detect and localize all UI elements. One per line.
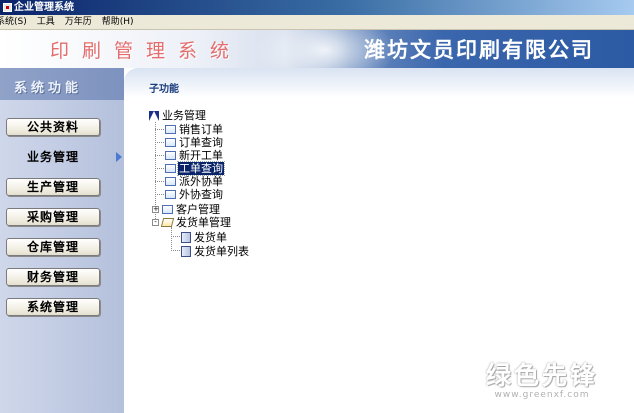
folder-icon [162, 205, 173, 214]
watermark: 绿色先锋 www.greenxf.com [486, 356, 598, 400]
menu-bar: 系统(S) 工具 万年历 帮助(H) [0, 15, 634, 30]
menu-help[interactable]: 帮助(H) [97, 15, 139, 29]
tree-node-outsource-query[interactable]: 外协查询 [165, 188, 224, 201]
folder-icon [165, 125, 176, 134]
tree-node-label: 销售订单 [179, 123, 223, 136]
nav-button-purchasing[interactable]: 采购管理 [6, 208, 100, 226]
tree-node-label: 新开工单 [179, 149, 223, 162]
tree-node-sales-order[interactable]: 销售订单 [165, 123, 224, 136]
watermark-url: www.greenxf.com [494, 390, 590, 400]
tree-node-order-query[interactable]: 订单查询 [165, 136, 224, 149]
active-arrow-icon [116, 152, 122, 162]
tree-node-customer-management[interactable]: + 客户管理 [152, 203, 221, 216]
tree-node-label: 发货单列表 [194, 245, 249, 258]
tree-root[interactable]: 业务管理 [149, 109, 207, 122]
expand-plus-icon[interactable]: + [152, 206, 159, 213]
watermark-logo: 绿色先锋 [486, 361, 599, 390]
tree-node-work-order-query[interactable]: 工单查询 [165, 161, 225, 176]
folder-icon [165, 177, 176, 186]
title-bar: 企业管理系统 [0, 0, 634, 15]
app-icon [3, 3, 12, 12]
panel-header: 子功能 [124, 68, 634, 98]
menu-calendar[interactable]: 万年历 [60, 15, 97, 29]
tree-node-shipment[interactable]: 发货单 [181, 231, 228, 244]
tree-node-label-selected: 工单查询 [177, 161, 225, 176]
folder-icon [165, 151, 176, 160]
folder-icon [165, 164, 176, 173]
tree-root-label: 业务管理 [162, 109, 206, 122]
folder-icon [165, 190, 176, 199]
nav-button-public-data[interactable]: 公共资料 [6, 118, 100, 136]
document-icon [181, 232, 191, 243]
nav-button-business[interactable]: 业务管理 [6, 148, 100, 166]
tree-node-shipment-list[interactable]: 发货单列表 [181, 245, 250, 258]
window-title: 企业管理系统 [14, 2, 74, 13]
folder-icon [165, 138, 176, 147]
tree-node-label: 客户管理 [176, 203, 220, 216]
root-node-icon [149, 110, 159, 121]
tree-node-new-work-order[interactable]: 新开工单 [165, 149, 224, 162]
sidebar-header: 系统功能 [0, 68, 124, 100]
nav-button-production[interactable]: 生产管理 [6, 178, 100, 196]
company-name: 潍坊文员印刷有限公司 [364, 37, 594, 62]
tree-node-shipment-management[interactable]: - 发货单管理 [152, 216, 232, 229]
tree-node-label: 派外协单 [179, 175, 223, 188]
menu-tools[interactable]: 工具 [32, 15, 60, 29]
panel-header-label: 子功能 [149, 84, 179, 95]
nav-button-system[interactable]: 系统管理 [6, 298, 100, 316]
banner-title: 印刷管理系统 [50, 40, 243, 62]
nav-button-warehouse[interactable]: 仓库管理 [6, 238, 100, 256]
collapse-minus-icon[interactable]: - [152, 219, 159, 226]
menu-system[interactable]: 系统(S) [0, 15, 32, 29]
nav-button-finance[interactable]: 财务管理 [6, 268, 100, 286]
document-icon [181, 246, 191, 257]
tree-node-outsource-order[interactable]: 派外协单 [165, 175, 224, 188]
tree-node-label: 发货单管理 [176, 216, 231, 229]
tree-node-label: 订单查询 [179, 136, 223, 149]
folder-open-icon [160, 218, 175, 227]
sidebar: 系统功能 公共资料 业务管理 生产管理 采购管理 仓库管理 财务管理 系统管理 [0, 68, 124, 413]
tree-node-label: 发货单 [194, 231, 227, 244]
banner: 印刷管理系统 潍坊文员印刷有限公司 [0, 30, 634, 68]
sidebar-header-label: 系统功能 [14, 81, 83, 96]
tree-node-label: 外协查询 [179, 188, 223, 201]
